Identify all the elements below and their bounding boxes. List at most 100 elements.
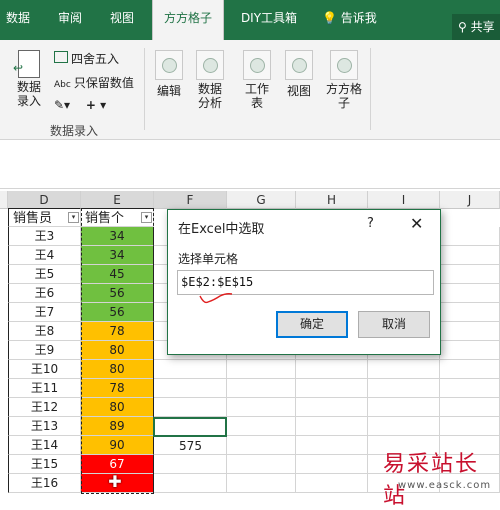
cell-salesperson[interactable]: 王5	[8, 265, 81, 284]
cell-sales-value[interactable]: 80	[81, 398, 154, 417]
share-button[interactable]: ⚲ 共享	[452, 14, 500, 40]
cell-salesperson[interactable]: 王14	[8, 436, 81, 455]
cell-sales-value[interactable]: 56	[81, 303, 154, 322]
cell-salesperson[interactable]: 王3	[8, 227, 81, 246]
cursor-plus-icon: ✚	[108, 472, 122, 491]
grid-cell[interactable]	[227, 379, 296, 398]
grid-cell[interactable]	[227, 417, 296, 436]
select-range-dialog: 在Excel中选取 ? ✕ 选择单元格 $E$2:$E$15 确定 取消	[167, 209, 441, 355]
ribbon-panel: ↩ 数据录入 四舍五入 Abc 只保留数值 ✎▾ + ▾ 数据录入 编辑 数据分析…	[0, 40, 500, 140]
header-cell-sales[interactable]: 销售个 ▾	[81, 208, 154, 227]
grid-cell[interactable]	[368, 398, 440, 417]
keep-values-button[interactable]: Abc 只保留数值	[54, 74, 134, 91]
cell-sales-value[interactable]: 90	[81, 436, 154, 455]
column-header-e[interactable]: E	[81, 191, 154, 209]
tell-me-search[interactable]: 💡 告诉我	[322, 0, 377, 40]
column-header-j[interactable]: J	[440, 191, 500, 209]
grid-cell[interactable]	[440, 303, 500, 322]
cell-salesperson[interactable]: 王13	[8, 417, 81, 436]
cell-salesperson[interactable]: 王15	[8, 455, 81, 474]
grid-cell[interactable]	[440, 265, 500, 284]
column-header-h[interactable]: H	[296, 191, 368, 209]
view-button[interactable]: 视图	[284, 50, 314, 99]
column-header-d[interactable]: D	[8, 191, 81, 209]
grid-cell[interactable]	[154, 474, 227, 493]
edit-button[interactable]: 编辑	[154, 50, 184, 99]
cell-salesperson[interactable]: 王12	[8, 398, 81, 417]
grid-cell[interactable]	[154, 455, 227, 474]
grid-cell[interactable]	[296, 379, 368, 398]
grid-cell[interactable]	[440, 379, 500, 398]
red-checkmark-annotation	[199, 293, 233, 304]
cell-sales-value[interactable]: 45	[81, 265, 154, 284]
data-entry-button[interactable]: ↩ 数据录入	[10, 50, 48, 108]
cell-salesperson[interactable]: 王11	[8, 379, 81, 398]
grid-cell[interactable]	[227, 398, 296, 417]
column-header-g[interactable]: G	[227, 191, 296, 209]
cell-sales-value[interactable]: 56	[81, 284, 154, 303]
tab-diy-toolbox[interactable]: DIY工具箱	[234, 0, 304, 40]
grid-cell[interactable]	[368, 379, 440, 398]
cell-sales-value[interactable]: 89	[81, 417, 154, 436]
worksheet-button[interactable]: 工作表	[242, 50, 272, 110]
filter-dropdown-icon[interactable]: ▾	[68, 212, 79, 223]
tab-data[interactable]: 数据	[0, 0, 36, 40]
grid-cell[interactable]	[296, 360, 368, 379]
filter-dropdown-icon[interactable]: ▾	[141, 212, 152, 223]
person-add-icon: ⚲	[458, 20, 467, 34]
grid-cell[interactable]	[440, 284, 500, 303]
cell-salesperson[interactable]: 王10	[8, 360, 81, 379]
grid-cell[interactable]	[154, 398, 227, 417]
help-button[interactable]: ?	[367, 216, 374, 231]
group-label-data-entry: 数据录入	[50, 124, 99, 138]
grid-cell[interactable]	[296, 436, 368, 455]
grid-cell[interactable]	[227, 436, 296, 455]
row-header-corner[interactable]	[0, 191, 8, 209]
column-header-i[interactable]: I	[368, 191, 440, 209]
cell-salesperson[interactable]: 王9	[8, 341, 81, 360]
grid-cell[interactable]	[154, 360, 227, 379]
cell-sales-value[interactable]: 78	[81, 379, 154, 398]
grid-cell[interactable]	[440, 246, 500, 265]
insert-tools[interactable]: ✎▾ + ▾	[54, 98, 106, 112]
separator	[144, 48, 145, 130]
grid-cell[interactable]	[440, 322, 500, 341]
grid-cell[interactable]	[440, 417, 500, 436]
grid-cell[interactable]	[154, 379, 227, 398]
cell-sales-value[interactable]: 78	[81, 322, 154, 341]
tab-ffgz[interactable]: 方方格子	[152, 0, 224, 42]
grid-cell[interactable]	[296, 417, 368, 436]
header-cell-salesperson[interactable]: 销售员 ▾	[8, 208, 81, 227]
cell-sales-value[interactable]: 80	[81, 341, 154, 360]
grid-cell[interactable]	[296, 455, 368, 474]
cell-sales-value[interactable]: 80	[81, 360, 154, 379]
grid-cell[interactable]	[440, 360, 500, 379]
grid-cell[interactable]	[440, 341, 500, 360]
close-icon[interactable]: ✕	[410, 214, 423, 233]
cell-salesperson[interactable]: 王6	[8, 284, 81, 303]
cell-f14[interactable]: 575	[154, 437, 227, 456]
grid-cell[interactable]	[296, 474, 368, 493]
ok-button[interactable]: 确定	[276, 311, 348, 338]
cell-sales-value[interactable]: 34	[81, 227, 154, 246]
grid-cell[interactable]	[227, 455, 296, 474]
grid-cell[interactable]	[296, 398, 368, 417]
grid-cell[interactable]	[368, 417, 440, 436]
tab-view[interactable]: 视图	[104, 0, 140, 40]
cancel-button[interactable]: 取消	[358, 311, 430, 338]
cell-sales-value[interactable]: 34	[81, 246, 154, 265]
grid-cell[interactable]	[227, 360, 296, 379]
ffgz-button[interactable]: 方方格子	[324, 50, 364, 110]
cell-salesperson[interactable]: 王8	[8, 322, 81, 341]
cell-salesperson[interactable]: 王7	[8, 303, 81, 322]
round-button[interactable]: 四舍五入	[54, 50, 119, 67]
cell-salesperson[interactable]: 王16	[8, 474, 81, 493]
tab-review[interactable]: 审阅	[52, 0, 88, 40]
data-analysis-button[interactable]: 数据分析	[194, 50, 226, 110]
grid-cell[interactable]	[440, 398, 500, 417]
grid-cell[interactable]	[368, 360, 440, 379]
grid-cell[interactable]	[440, 227, 500, 246]
cell-salesperson[interactable]: 王4	[8, 246, 81, 265]
column-header-f[interactable]: F	[154, 191, 227, 209]
grid-cell[interactable]	[227, 474, 296, 493]
